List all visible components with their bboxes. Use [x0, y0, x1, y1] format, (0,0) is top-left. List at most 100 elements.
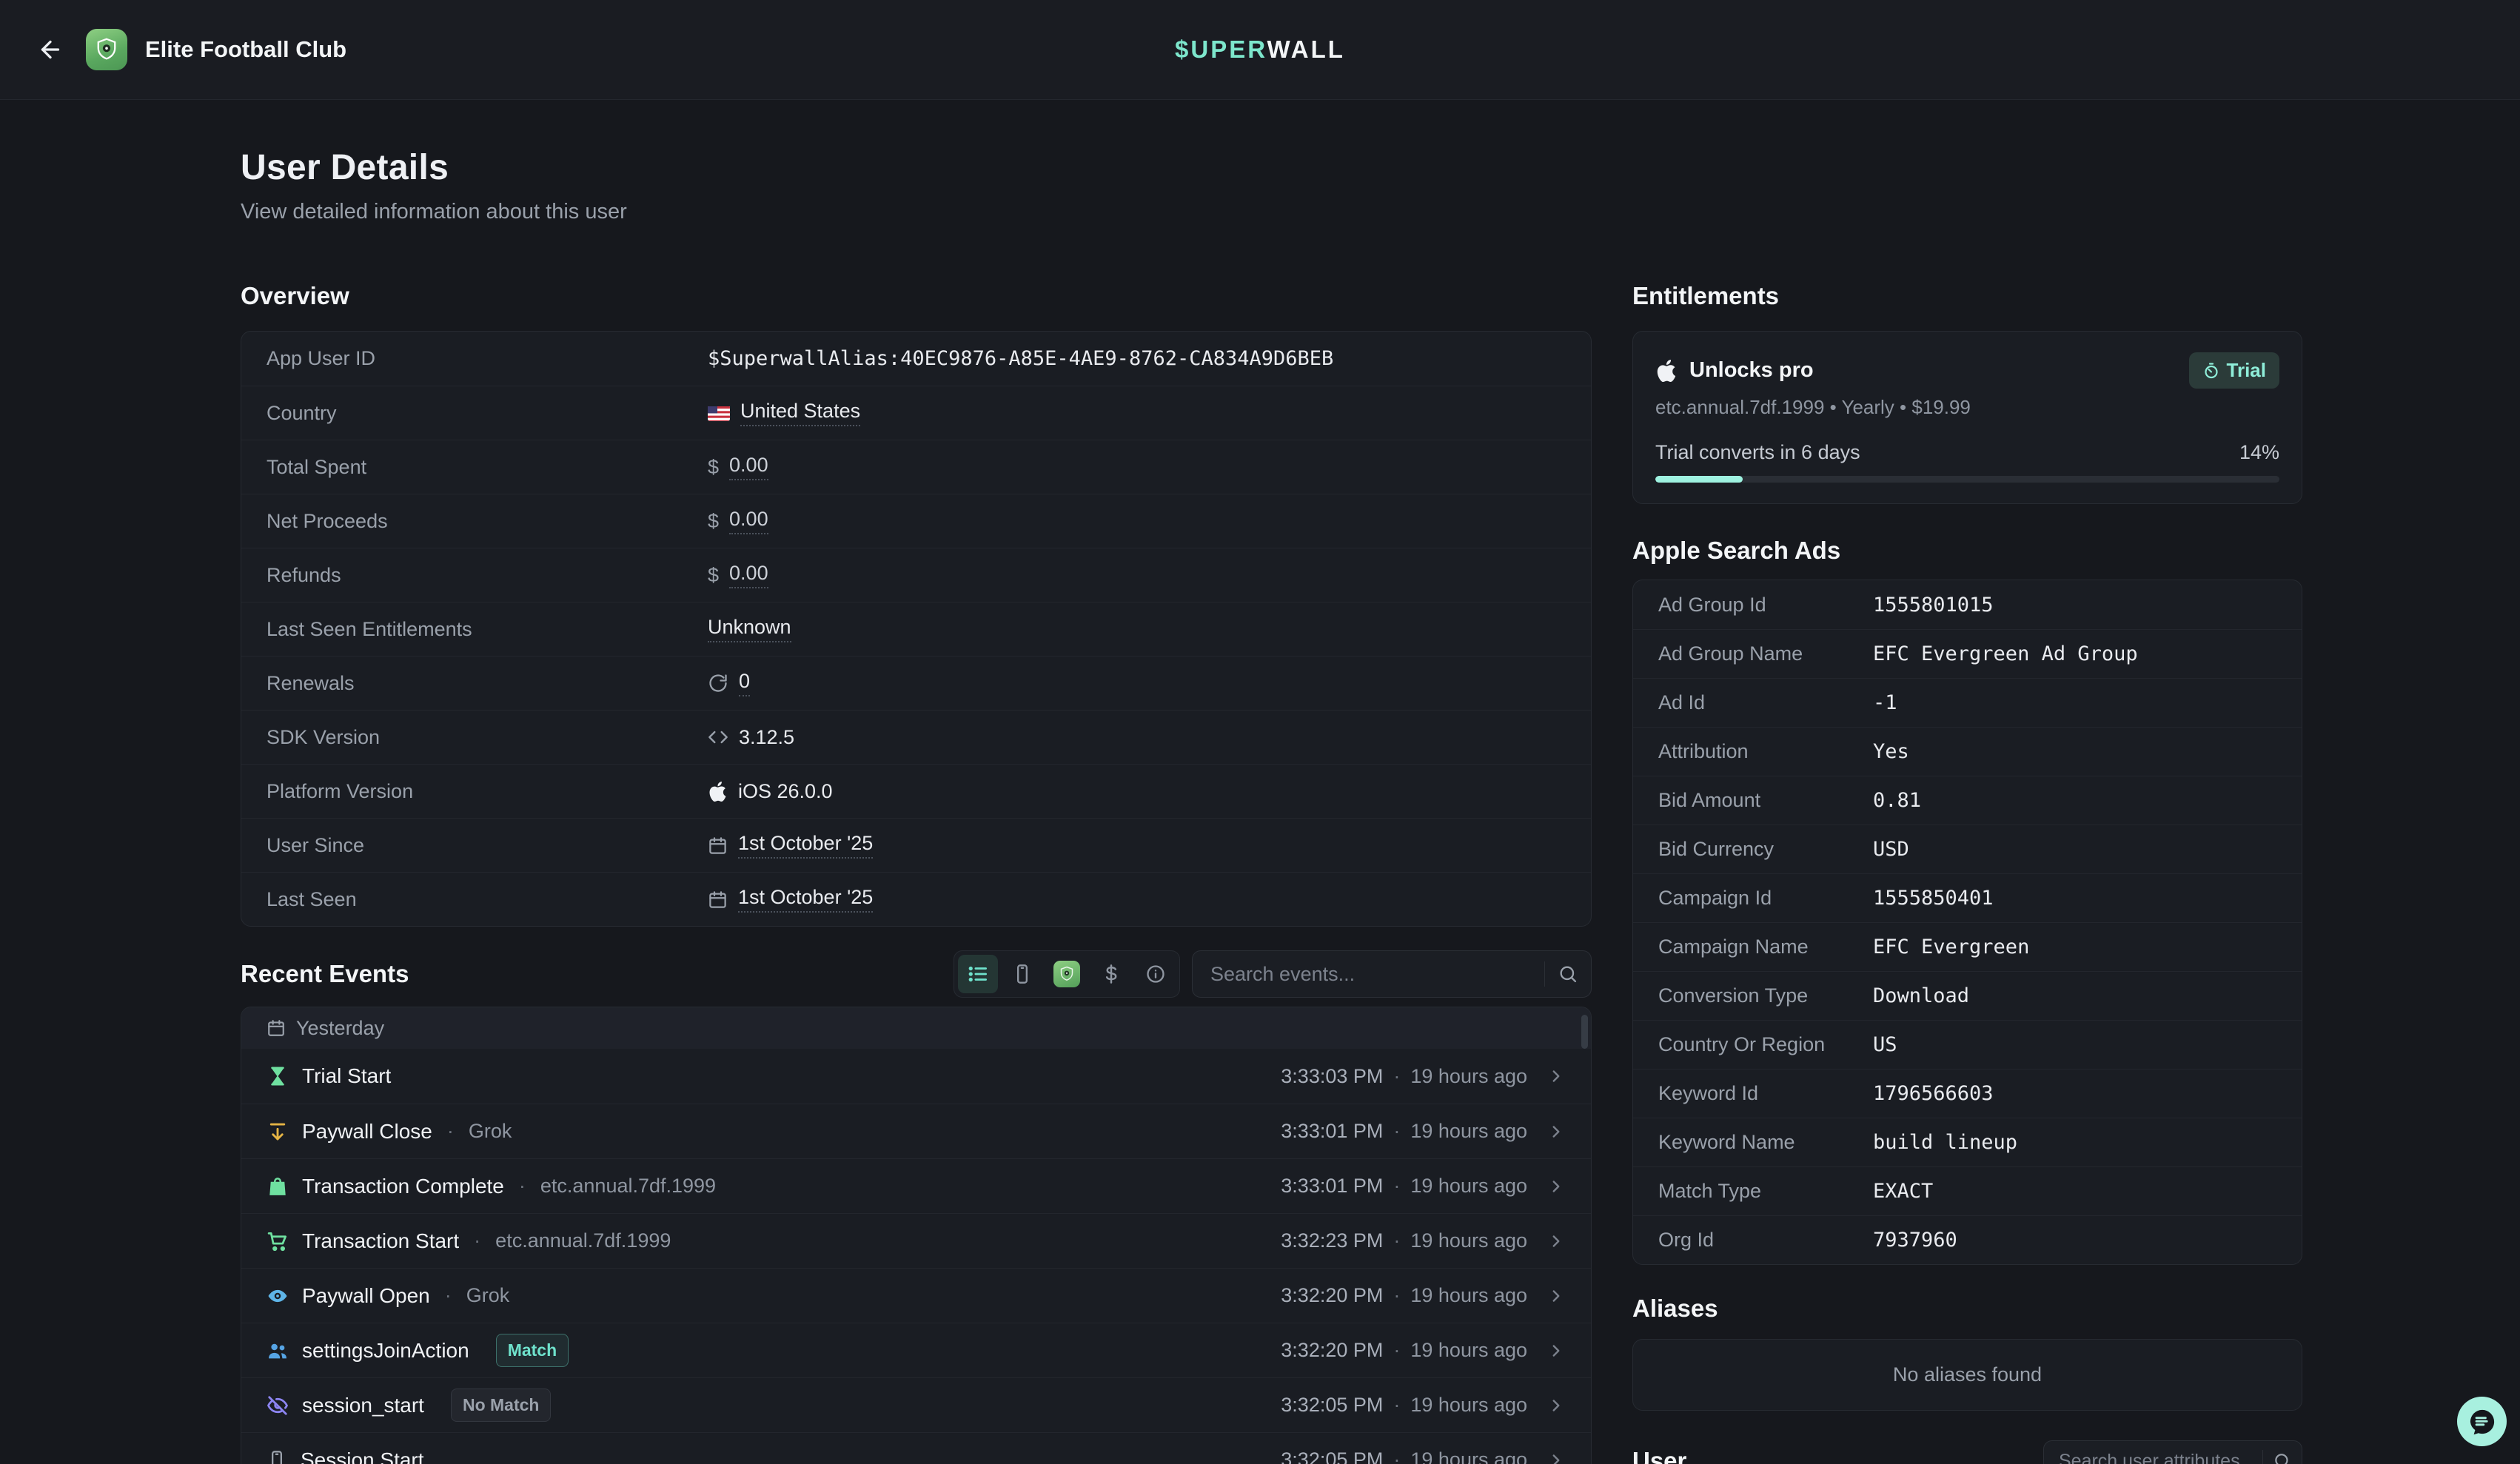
user-since-value[interactable]: 1st October '25 [738, 832, 873, 859]
page-subtitle: View detailed information about this use… [241, 200, 2520, 224]
filter-app-events-button[interactable] [1047, 955, 1087, 993]
recent-events-heading: Recent Events [241, 960, 409, 988]
overview-row-last-seen-entitlements: Last Seen Entitlements Unknown [241, 602, 1591, 656]
dollar-icon [1101, 964, 1122, 984]
overview-row-refunds: Refunds $ 0.00 [241, 548, 1591, 602]
filter-revenue-events-button[interactable] [1091, 955, 1131, 993]
asa-row: Ad Id-1 [1633, 678, 2302, 727]
filter-all-events-button[interactable] [958, 955, 998, 993]
dollar-icon: $ [708, 564, 719, 587]
asa-row: Campaign NameEFC Evergreen [1633, 922, 2302, 971]
smartphone-icon [1012, 964, 1033, 984]
events-card: Yesterday Trial Start 3:33:03 PM · 19 ho… [241, 1007, 1592, 1464]
platform-version-value: iOS 26.0.0 [738, 780, 833, 803]
apple-search-ads-card: Ad Group Id1555801015 Ad Group NameEFC E… [1632, 580, 2302, 1265]
asa-row: Match TypeEXACT [1633, 1166, 2302, 1215]
match-badge: Match [496, 1334, 569, 1367]
search-icon[interactable] [1545, 964, 1591, 984]
event-row-session-start-lower[interactable]: session_start No Match 3:32:05 PM · 19 h… [241, 1377, 1591, 1432]
chevron-right-icon [1546, 1122, 1566, 1141]
user-attributes-search-input[interactable] [2059, 1451, 2262, 1464]
trial-progress-fill [1655, 476, 1743, 483]
event-row-trial-start[interactable]: Trial Start 3:33:03 PM · 19 hours ago [241, 1049, 1591, 1104]
app-user-id-value: $SuperwallAlias:40EC9876-A85E-4AE9-8762-… [708, 347, 1333, 370]
asa-row: Conversion TypeDownload [1633, 971, 2302, 1020]
last-seen-value[interactable]: 1st October '25 [738, 886, 873, 913]
entitlement-product-detail: etc.annual.7df.1999 • Yearly • $19.99 [1655, 396, 2279, 419]
events-scrollbar-thumb[interactable] [1581, 1015, 1588, 1049]
overview-row-net-proceeds: Net Proceeds $ 0.00 [241, 494, 1591, 548]
events-search-input[interactable] [1210, 963, 1544, 986]
event-row-transaction-start[interactable]: Transaction Start · etc.annual.7df.1999 … [241, 1213, 1591, 1268]
main-content: User Details View detailed information a… [0, 100, 2520, 1464]
last-seen-entitlements-value[interactable]: Unknown [708, 616, 791, 642]
calendar-icon [267, 1018, 286, 1038]
events-filter-toolbar [954, 950, 1180, 998]
asa-row: Campaign Id1555850401 [1633, 873, 2302, 922]
no-match-badge: No Match [451, 1389, 552, 1422]
shopping-bag-icon [267, 1175, 289, 1198]
refunds-value[interactable]: 0.00 [729, 562, 768, 588]
event-row-session-start[interactable]: Session Start 3:32:05 PM · 19 hours ago [241, 1432, 1591, 1464]
trial-percent: 14% [2239, 441, 2279, 464]
asa-row: Keyword Id1796566603 [1633, 1069, 2302, 1118]
page-title: User Details [241, 147, 2520, 188]
overview-row-country: Country United States [241, 386, 1591, 440]
event-row-settings-join-action[interactable]: settingsJoinAction Match 3:32:20 PM · 19… [241, 1323, 1591, 1377]
asa-row: Org Id7937960 [1633, 1215, 2302, 1264]
chevron-right-icon [1546, 1286, 1566, 1306]
overview-card: App User ID $SuperwallAlias:40EC9876-A85… [241, 331, 1592, 927]
entitlement-name: Unlocks pro [1689, 358, 1814, 383]
group-label: Yesterday [296, 1017, 384, 1040]
asa-row: Bid CurrencyUSD [1633, 825, 2302, 873]
list-icon [967, 963, 989, 985]
asa-row: Ad Group Id1555801015 [1633, 580, 2302, 629]
entitlements-heading: Entitlements [1632, 282, 2302, 310]
net-proceeds-value[interactable]: 0.00 [729, 508, 768, 534]
sdk-version-value: 3.12.5 [739, 726, 794, 749]
filter-info-events-button[interactable] [1136, 955, 1176, 993]
search-icon[interactable] [2263, 1451, 2302, 1464]
aliases-card: No aliases found [1632, 1339, 2302, 1411]
arrow-left-icon [37, 36, 64, 63]
trial-progress-track [1655, 476, 2279, 483]
info-icon [1145, 964, 1166, 984]
topbar: Elite Football Club $UPERWALL [0, 0, 2520, 100]
support-chat-button[interactable] [2457, 1397, 2507, 1446]
shopping-cart-icon [267, 1230, 289, 1252]
event-row-paywall-close[interactable]: Paywall Close · Grok 3:33:01 PM · 19 hou… [241, 1104, 1591, 1158]
chat-bubble-icon [2467, 1406, 2498, 1437]
overview-row-platform-version: Platform Version iOS 26.0.0 [241, 764, 1591, 818]
overview-row-user-since: User Since 1st October '25 [241, 818, 1591, 872]
asa-row: Country Or RegionUS [1633, 1020, 2302, 1069]
users-icon [267, 1340, 289, 1362]
dollar-icon: $ [708, 510, 719, 533]
chevron-right-icon [1546, 1396, 1566, 1415]
asa-row: Ad Group NameEFC Evergreen Ad Group [1633, 629, 2302, 678]
back-button[interactable] [34, 33, 67, 66]
chevron-right-icon [1546, 1067, 1566, 1086]
event-row-transaction-complete[interactable]: Transaction Complete · etc.annual.7df.19… [241, 1158, 1591, 1213]
app-logo-icon [86, 29, 127, 70]
entitlement-card: Unlocks pro Trial etc.annual.7df.1999 • … [1632, 331, 2302, 504]
trial-converts-text: Trial converts in 6 days [1655, 441, 1860, 464]
country-value[interactable]: United States [740, 400, 860, 426]
aliases-empty-message: No aliases found [1893, 1363, 2042, 1386]
overview-row-total-spent: Total Spent $ 0.00 [241, 440, 1591, 494]
events-search [1192, 950, 1592, 998]
chevron-right-icon [1546, 1341, 1566, 1360]
app-name: Elite Football Club [145, 36, 346, 63]
arrow-down-from-line-icon [267, 1121, 289, 1143]
eye-off-icon [267, 1394, 289, 1417]
calendar-icon [708, 836, 728, 856]
filter-device-events-button[interactable] [1002, 955, 1042, 993]
smartphone-icon [267, 1450, 287, 1464]
apple-icon [708, 782, 728, 802]
trial-badge: Trial [2189, 352, 2279, 389]
total-spent-value[interactable]: 0.00 [729, 454, 768, 480]
user-attributes-search [2043, 1440, 2302, 1464]
overview-row-renewals: Renewals 0 [241, 656, 1591, 710]
renewals-value[interactable]: 0 [739, 670, 750, 696]
app-logo-icon [1053, 961, 1080, 987]
event-row-paywall-open[interactable]: Paywall Open · Grok 3:32:20 PM · 19 hour… [241, 1268, 1591, 1323]
